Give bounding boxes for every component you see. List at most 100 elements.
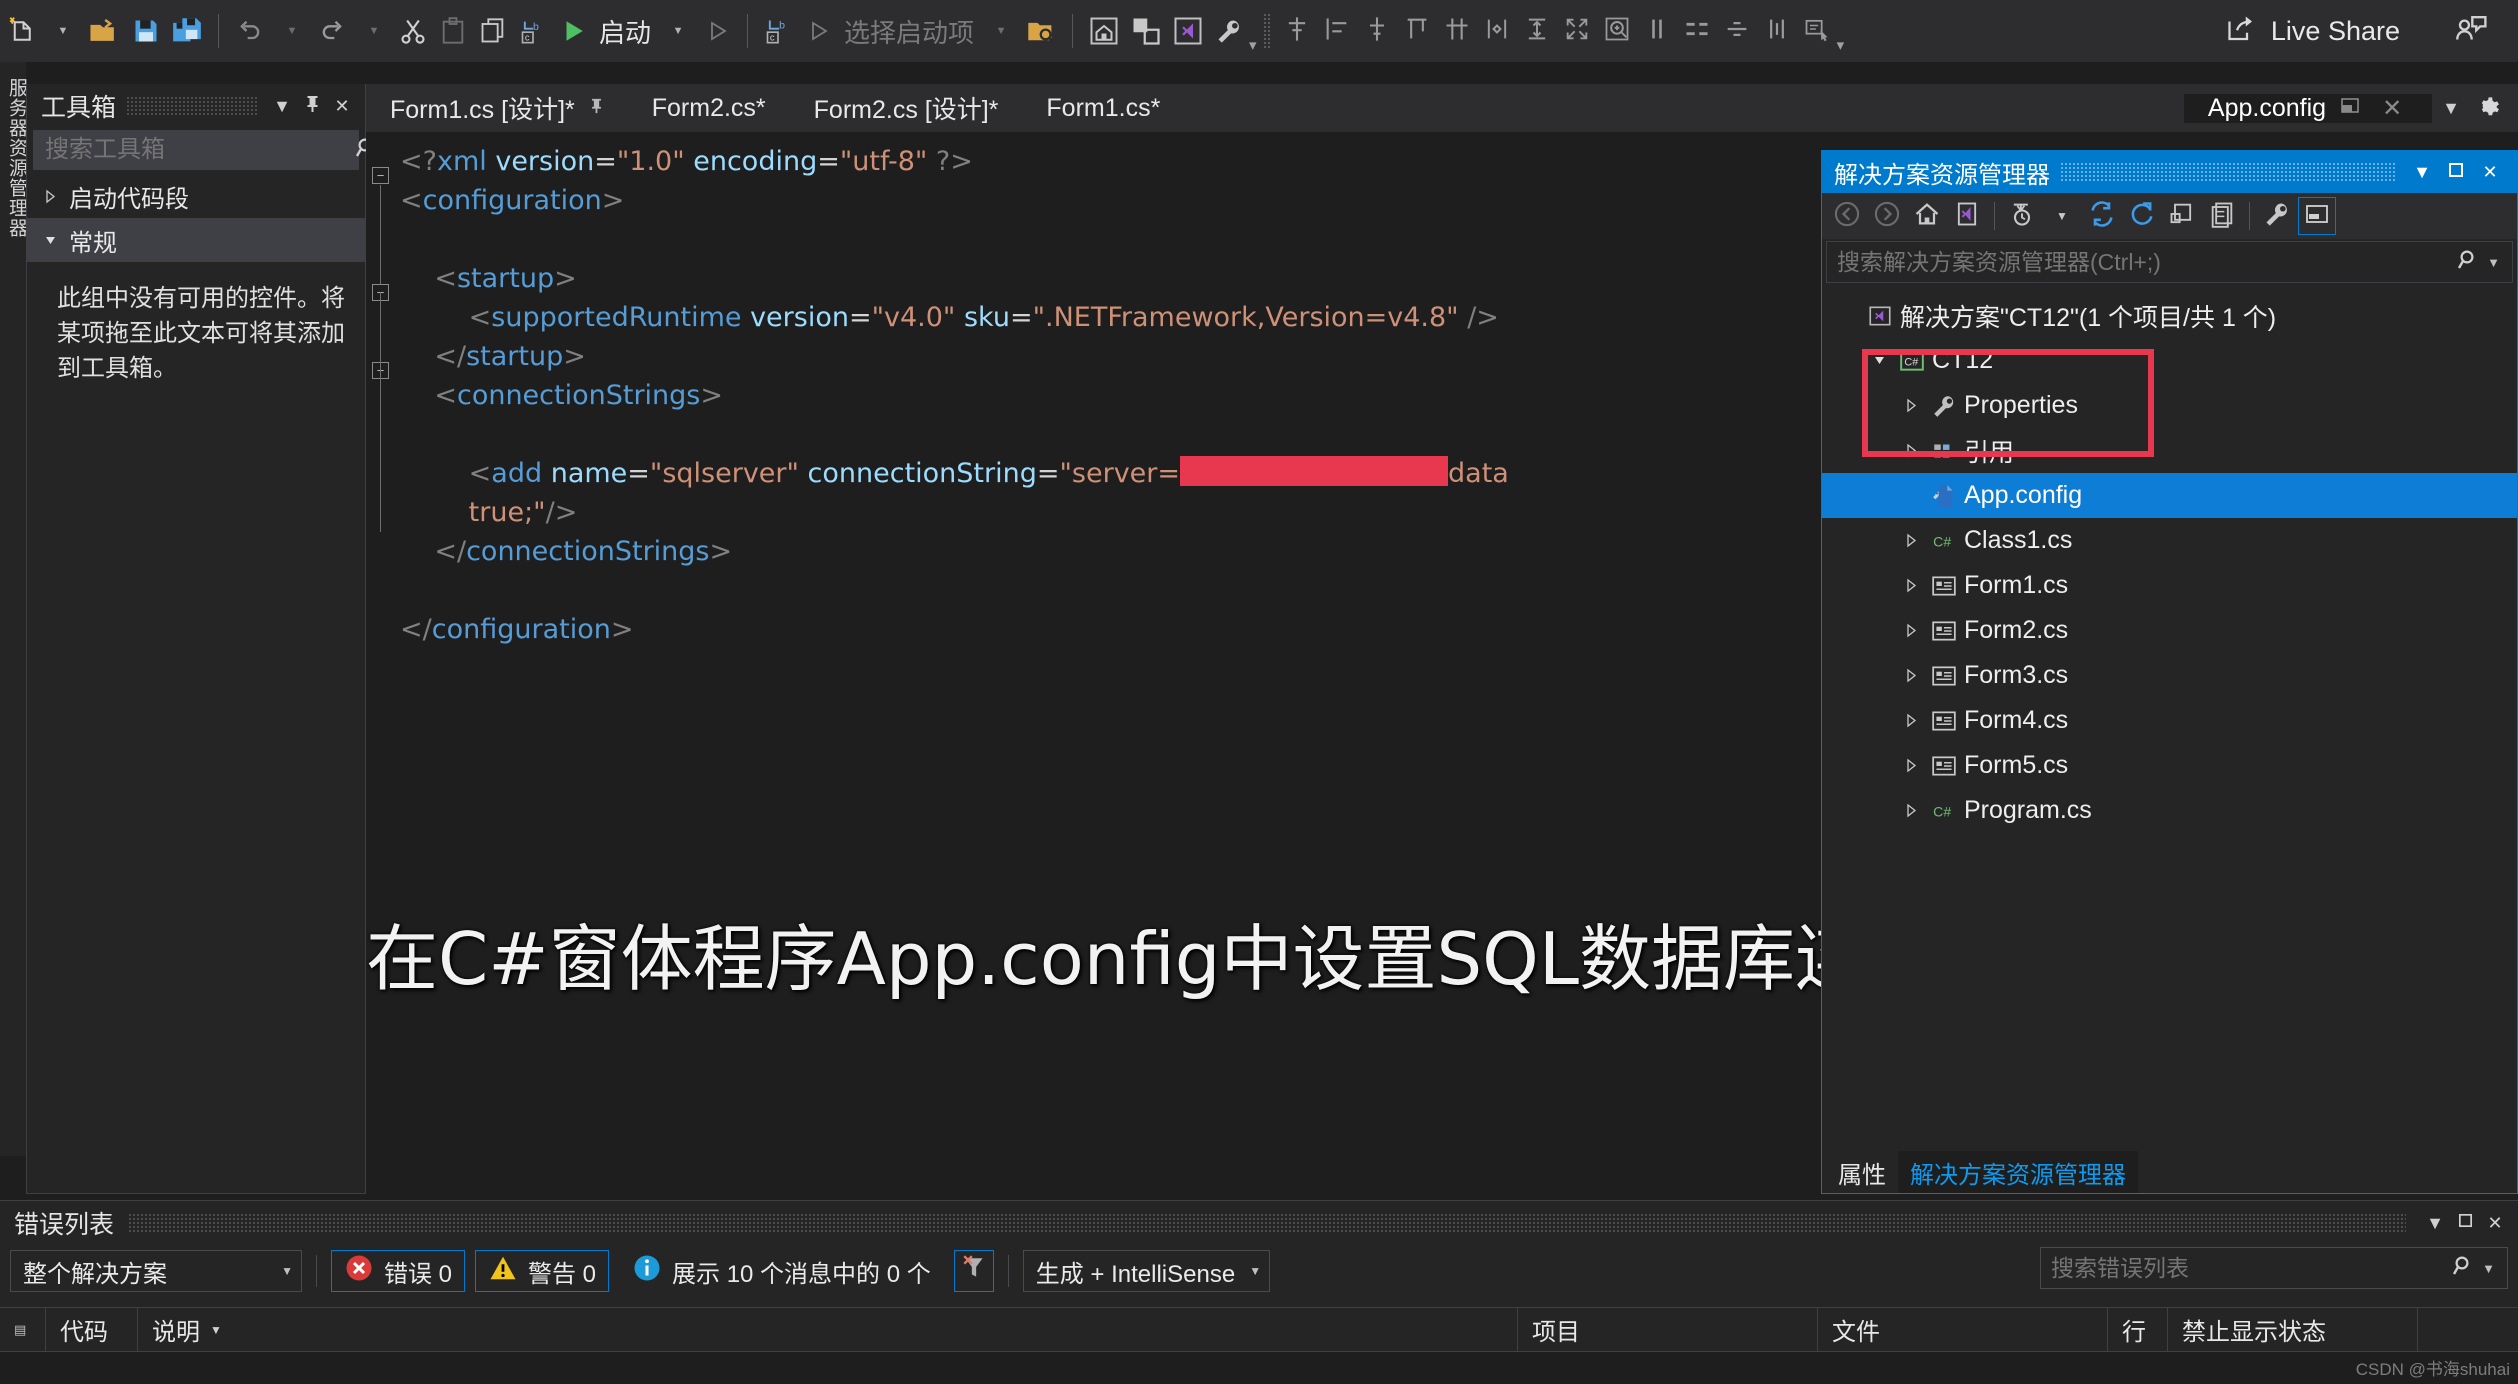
toolbar-grip[interactable] <box>1262 13 1271 49</box>
float-window-icon[interactable] <box>2340 94 2362 123</box>
code-line[interactable] <box>400 220 1818 259</box>
pending-changes-button[interactable] <box>2003 197 2041 235</box>
solution-explorer-maximize-button[interactable] <box>2439 156 2473 188</box>
solution-explorer-close-button[interactable]: ✕ <box>2473 156 2507 188</box>
undo-dropdown[interactable]: ▼ <box>271 7 311 55</box>
bottom-tab-properties[interactable]: 属性 <box>1826 1151 1898 1193</box>
solution-explorer-drag-grip[interactable] <box>2060 163 2395 181</box>
bottom-tab-solution-explorer[interactable]: 解决方案资源管理器 <box>1898 1151 2138 1193</box>
select-all-icon[interactable]: ▤ <box>14 1322 26 1338</box>
solution-explorer-menu-button[interactable]: ▼ <box>2405 156 2439 188</box>
copy-button[interactable] <box>473 7 513 55</box>
search-folder-button[interactable] <box>1020 7 1062 55</box>
error-list-column-header[interactable]: ▤ <box>0 1307 46 1352</box>
collapse-all-button[interactable] <box>2163 197 2201 235</box>
messages-filter-button[interactable]: 展示 10 个消息中的 0 个 <box>619 1250 944 1292</box>
code-line[interactable]: <startup> <box>400 259 1818 298</box>
solution-tree[interactable]: 解决方案"CT12"(1 个项目/共 1 个) C# CT12 Properties 引… <box>1822 285 2517 833</box>
solution-tree-item-app.config[interactable]: App.config <box>1822 473 2517 518</box>
tab-form1-cs[interactable]: Form1.cs* <box>1022 84 1184 132</box>
code-line[interactable] <box>400 571 1818 610</box>
toolbox-drag-grip[interactable] <box>126 96 257 116</box>
make-same-height-button[interactable] <box>1517 7 1557 55</box>
start-without-debug-button[interactable] <box>798 7 838 55</box>
start-debug-label[interactable]: 启动 <box>593 13 657 50</box>
align-middles-button[interactable] <box>1357 7 1397 55</box>
tab-list-dropdown-button[interactable]: ▼ <box>2442 98 2460 119</box>
error-list-search-dropdown[interactable]: ▼ <box>2476 1261 2501 1276</box>
startup-project-selector[interactable]: 选择启动项 <box>838 13 980 50</box>
error-list-menu-button[interactable]: ▼ <box>2420 1208 2450 1238</box>
error-list-drag-grip[interactable] <box>128 1213 2406 1233</box>
properties-button[interactable] <box>2258 197 2296 235</box>
clear-filters-button[interactable] <box>953 1250 994 1292</box>
toolbox-close-button[interactable]: ✕ <box>327 91 357 121</box>
editor-settings-button[interactable] <box>2474 93 2500 124</box>
error-list-column-header[interactable]: 行 <box>2108 1307 2168 1352</box>
code-line[interactable]: </configuration> <box>400 610 1818 649</box>
increase-spacing-button[interactable] <box>1757 7 1797 55</box>
errors-filter-button[interactable]: 错误 0 <box>331 1250 466 1292</box>
align-tops-button[interactable] <box>1317 7 1357 55</box>
open-file-button[interactable] <box>82 7 126 55</box>
code-line[interactable]: <add name="sqlserver" connectionString="… <box>400 454 1818 493</box>
spacing-equal-button[interactable] <box>1637 7 1677 55</box>
navigate-backward-button-2[interactable]: bc <box>758 7 798 55</box>
make-same-width-button[interactable] <box>1437 7 1477 55</box>
start-debug-button[interactable] <box>553 7 593 55</box>
toolbox-node-general[interactable]: 常规 <box>27 218 365 262</box>
save-all-button[interactable] <box>166 7 208 55</box>
startup-project-dropdown[interactable]: ▼ <box>980 7 1020 55</box>
tab-form2-cs[interactable]: Form2.cs* <box>628 84 790 132</box>
solution-tree-item-ct1211[interactable]: 解决方案"CT12"(1 个项目/共 1 个) <box>1822 293 2517 338</box>
error-list-column-header[interactable]: 项目 <box>1518 1307 1818 1352</box>
pin-icon[interactable] <box>589 98 604 119</box>
chevron-right-icon[interactable] <box>1898 443 1924 458</box>
warnings-filter-button[interactable]: 警告 0 <box>475 1250 610 1292</box>
redo-button[interactable] <box>311 7 353 55</box>
toolbox-pin-button[interactable] <box>297 91 327 121</box>
live-share-button[interactable]: Live Share <box>2225 0 2400 62</box>
chevron-right-icon[interactable] <box>1898 803 1924 818</box>
layout-overflow-button[interactable]: ▾ <box>1837 36 1845 54</box>
solution-explorer-search-input[interactable] <box>1837 248 2458 276</box>
align-top-edges-button[interactable] <box>1397 7 1437 55</box>
solution-tree-item-form1.cs[interactable]: Form1.cs <box>1822 563 2517 608</box>
toolbar-overflow-button[interactable]: ▾ <box>1249 36 1257 54</box>
start-debug-dropdown[interactable]: ▼ <box>657 7 697 55</box>
undo-button[interactable] <box>229 7 271 55</box>
tab-app-config[interactable]: App.config ✕ <box>2183 93 2433 123</box>
chevron-right-icon[interactable] <box>1898 578 1924 593</box>
code-line[interactable]: </startup> <box>400 337 1818 376</box>
code-line[interactable] <box>400 415 1818 454</box>
options-button[interactable] <box>1209 7 1249 55</box>
tab-form2-designer[interactable]: Form2.cs [设计]* <box>790 84 1023 132</box>
home-button[interactable] <box>1908 197 1946 235</box>
new-file-button[interactable] <box>0 7 42 55</box>
chevron-right-icon[interactable] <box>1898 623 1924 638</box>
code-editor[interactable]: − − − <?xml version="1.0" encoding="utf-… <box>366 132 1818 1194</box>
solution-explorer-search-dropdown[interactable]: ▼ <box>2481 255 2506 270</box>
solution-tree-item-form4.cs[interactable]: Form4.cs <box>1822 698 2517 743</box>
code-line[interactable]: </connectionStrings> <box>400 532 1818 571</box>
code-line[interactable]: <connectionStrings> <box>400 376 1818 415</box>
solution-tree-item-ct12[interactable]: C# CT12 <box>1822 338 2517 383</box>
error-list-column-header[interactable]: 禁止显示状态 <box>2168 1307 2418 1352</box>
toolbox-node-startup-snippets[interactable]: 启动代码段 <box>27 174 365 218</box>
window-layout-button[interactable] <box>1125 7 1167 55</box>
solution-tree-item-class1.cs[interactable]: C# Class1.cs <box>1822 518 2517 563</box>
toolbox-search-input[interactable] <box>45 136 355 164</box>
vs-solution-button[interactable] <box>1948 197 1986 235</box>
build-filter-dropdown[interactable]: 生成 + IntelliSense ▼ <box>1022 1250 1271 1292</box>
error-list-maximize-button[interactable] <box>2450 1208 2480 1238</box>
paste-button[interactable] <box>433 7 473 55</box>
tab-form1-designer[interactable]: Form1.cs [设计]* <box>366 84 628 132</box>
error-list-column-header[interactable]: 代码 <box>46 1307 138 1352</box>
align-lefts-button[interactable] <box>1277 7 1317 55</box>
size-to-fit-button[interactable] <box>1557 7 1597 55</box>
error-list-column-header[interactable]: 说明 ▼ <box>138 1307 1518 1352</box>
chevron-right-icon[interactable] <box>1898 713 1924 728</box>
redo-dropdown[interactable]: ▼ <box>353 7 393 55</box>
code-line[interactable]: <supportedRuntime version="v4.0" sku=".N… <box>400 298 1818 337</box>
search-icon[interactable] <box>2457 248 2481 277</box>
